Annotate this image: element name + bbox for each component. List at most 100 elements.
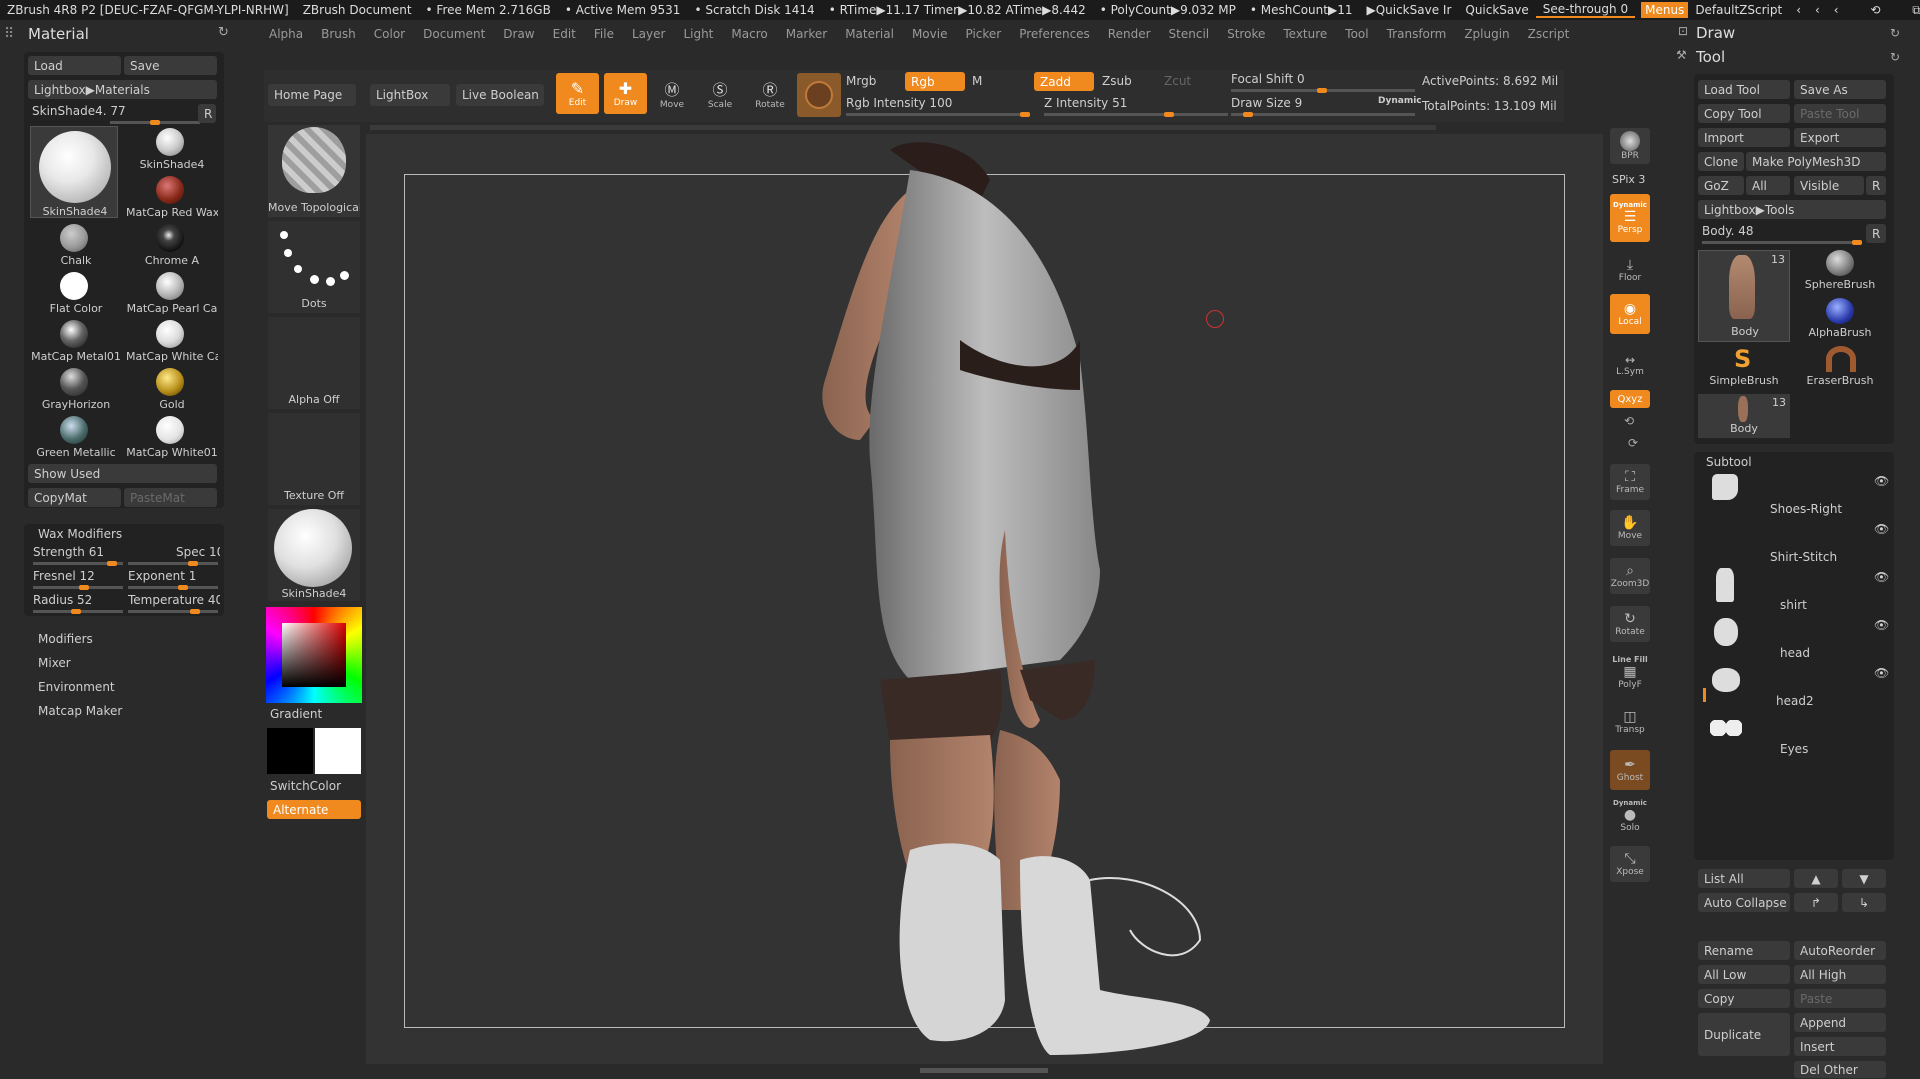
fresnel-track[interactable] (33, 585, 123, 590)
strength-slider[interactable]: Strength 61 (33, 545, 104, 559)
z-intensity-slider[interactable]: Z Intensity 51 (1044, 96, 1127, 110)
draw-mode-button[interactable]: ✚ Draw (604, 73, 647, 114)
secondary-color-swatch[interactable] (315, 728, 361, 774)
polyf-button[interactable]: Line Fill ▦ PolyF (1610, 652, 1650, 692)
load-tool-button[interactable]: Load Tool (1698, 80, 1790, 99)
mrgb-button[interactable]: Mrgb (846, 74, 876, 88)
edit-mode-button[interactable]: ✎ Edit (556, 73, 599, 114)
material-item-main[interactable]: SkinShade4 (30, 126, 118, 218)
menu-stroke[interactable]: Stroke (1218, 27, 1274, 41)
menu-layer[interactable]: Layer (623, 27, 674, 41)
visibility-eye-icon[interactable]: 👁 (1874, 522, 1889, 536)
material-item[interactable]: Chrome A (126, 222, 218, 267)
paste-tool-button[interactable]: Paste Tool (1794, 104, 1886, 123)
autoreorder-button[interactable]: AutoReorder (1794, 941, 1886, 960)
material-r-button[interactable]: R (198, 104, 216, 123)
goz-visible-button[interactable]: Visible (1794, 176, 1864, 195)
material-item[interactable]: MatCap Pearl Ca (126, 270, 218, 315)
radius-slider[interactable]: Radius 52 (33, 593, 92, 607)
section-modifiers[interactable]: Modifiers (38, 632, 93, 646)
move-to-top-button[interactable]: ↱ (1794, 893, 1838, 912)
tool-thumb-body-small[interactable]: 13 Body (1698, 394, 1790, 438)
material-item[interactable]: Green Metallic (30, 414, 122, 459)
visibility-eye-icon[interactable]: 👁 (1874, 474, 1889, 488)
load-button[interactable]: Load (28, 56, 121, 75)
subtool-row[interactable]: 👁 Shirt-Stitch (1700, 520, 1890, 568)
material-item[interactable]: MatCap Red Wax (126, 174, 218, 219)
subtool-title[interactable]: Subtool (1706, 455, 1752, 469)
section-environment[interactable]: Environment (38, 680, 115, 694)
color-picker-square[interactable] (282, 623, 346, 687)
xyz-button[interactable]: Qxyz (1610, 390, 1650, 408)
spec-slider[interactable]: Spec 10 (176, 545, 220, 559)
focal-shift-slider[interactable]: Focal Shift 0 (1231, 72, 1305, 86)
menu-edit[interactable]: Edit (544, 27, 585, 41)
tool-thumb[interactable]: S SimpleBrush (1698, 346, 1790, 392)
move-to-bottom-button[interactable]: ↳ (1842, 893, 1886, 912)
zcut-button[interactable]: Zcut (1164, 74, 1191, 88)
menu-file[interactable]: File (585, 27, 623, 41)
scale-mode-button[interactable]: Ⓢ Scale (700, 76, 740, 112)
list-all-button[interactable]: List All (1698, 869, 1790, 888)
quicksave-button[interactable]: QuickSave (1458, 3, 1535, 17)
goz-r-button[interactable]: R (1866, 176, 1886, 195)
ghost-button[interactable]: ✒ Ghost (1610, 750, 1650, 790)
bottom-scroll-handle[interactable] (920, 1068, 1048, 1073)
temperature-track[interactable] (128, 609, 218, 614)
primary-color-swatch[interactable] (267, 728, 313, 774)
make-polymesh-button[interactable]: Make PolyMesh3D (1746, 152, 1886, 171)
zadd-button[interactable]: Zadd (1034, 72, 1094, 91)
lightbox-button[interactable]: LightBox (370, 84, 450, 106)
save-as-button[interactable]: Save As (1794, 80, 1886, 99)
draw-refresh-icon[interactable]: ↻ (1890, 26, 1900, 40)
material-item[interactable]: GrayHorizon (30, 366, 122, 411)
menu-movie[interactable]: Movie (903, 27, 957, 41)
menu-zplugin[interactable]: Zplugin (1455, 27, 1518, 41)
switch-color-button[interactable]: SwitchColor (270, 779, 341, 793)
xpose-button[interactable]: ⤡ Xpose (1610, 846, 1650, 882)
persp-button[interactable]: Dynamic ☰ Persp (1610, 194, 1650, 242)
visibility-eye-icon[interactable]: 👁 (1874, 570, 1889, 584)
tool-thumb[interactable]: SphereBrush (1794, 250, 1886, 296)
menu-render[interactable]: Render (1099, 27, 1160, 41)
temperature-slider[interactable]: Temperature 40 (128, 593, 220, 607)
material-slider[interactable] (110, 120, 200, 125)
section-matcap-maker[interactable]: Matcap Maker (38, 704, 122, 718)
alpha-slot[interactable]: Alpha Off (268, 317, 360, 409)
menu-preferences[interactable]: Preferences (1010, 27, 1099, 41)
rotate-view-button[interactable]: ↻ Rotate (1610, 606, 1650, 642)
stroke-slot[interactable]: Dots (268, 221, 360, 313)
menu-macro[interactable]: Macro (722, 27, 776, 41)
shelf-scrollbar[interactable] (370, 125, 1436, 130)
refresh-icon[interactable]: ↻ (218, 25, 229, 40)
all-high-button[interactable]: All High (1794, 965, 1886, 984)
visibility-eye-icon[interactable]: 👁 (1874, 618, 1889, 632)
auto-collapse-button[interactable]: Auto Collapse (1698, 893, 1790, 912)
move-down-button[interactable]: ▼ (1842, 869, 1886, 888)
rgb-button[interactable]: Rgb (905, 72, 965, 91)
default-zscript[interactable]: DefaultZScript (1688, 3, 1789, 17)
focal-shift-track[interactable] (1231, 88, 1415, 93)
texture-slot[interactable]: Texture Off (268, 413, 360, 505)
body-slider[interactable]: Body. 48 (1702, 224, 1753, 238)
rgb-intensity-slider[interactable]: Rgb Intensity 100 (846, 96, 952, 110)
lightbox-materials-button[interactable]: Lightbox▶Materials (28, 80, 217, 99)
tool-refresh-icon[interactable]: ↻ (1890, 50, 1900, 64)
material-item[interactable]: MatCap Metal01 (30, 318, 122, 363)
menu-tool[interactable]: Tool (1336, 27, 1377, 41)
show-used-button[interactable]: Show Used (28, 464, 217, 483)
copy-button[interactable]: Copy (1698, 989, 1790, 1008)
import-button[interactable]: Import (1698, 128, 1790, 147)
export-button[interactable]: Export (1794, 128, 1886, 147)
clone-button[interactable]: Clone (1698, 152, 1744, 171)
gradient-label[interactable]: Gradient (270, 707, 322, 721)
z-intensity-track[interactable] (1044, 112, 1228, 117)
material-slot[interactable]: SkinShade4 (268, 509, 360, 601)
copymat-button[interactable]: CopyMat (28, 488, 121, 507)
duplicate-button[interactable]: Duplicate (1698, 1013, 1790, 1056)
insert-button[interactable]: Insert (1794, 1037, 1886, 1056)
character-model[interactable] (760, 140, 1220, 1065)
move-up-button[interactable]: ▲ (1794, 869, 1838, 888)
body-r-button[interactable]: R (1866, 224, 1886, 243)
menu-zscript[interactable]: Zscript (1519, 27, 1579, 41)
